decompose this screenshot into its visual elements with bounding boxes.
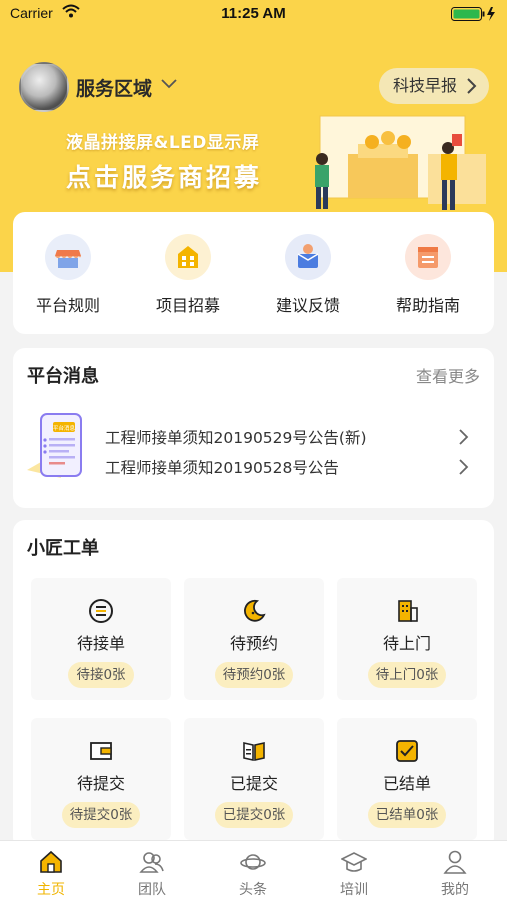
storefront-icon bbox=[45, 234, 91, 280]
team-icon bbox=[139, 852, 164, 873]
building-icon bbox=[165, 234, 211, 280]
order-count-badge: 待提交0张 bbox=[61, 802, 141, 828]
message-item[interactable]: 工程师接单须知20190529号公告(新) bbox=[105, 426, 475, 448]
tab-headlines[interactable]: 头条 bbox=[218, 849, 288, 899]
bottom-tab-bar: 主页 团队 头条 培训 我的 bbox=[0, 840, 507, 900]
order-tile-label: 待上门 bbox=[382, 634, 431, 653]
section-title: 小匠工单 bbox=[27, 538, 99, 559]
quick-link-project-recruit[interactable]: 项目招募 bbox=[133, 234, 243, 316]
quick-link-label: 平台规则 bbox=[35, 296, 100, 315]
graduation-cap-icon bbox=[340, 852, 368, 872]
order-tile-label: 已提交 bbox=[229, 774, 278, 793]
moon-icon bbox=[241, 598, 267, 624]
order-tile-label: 待提交 bbox=[76, 774, 125, 793]
user-icon bbox=[443, 850, 467, 874]
home-icon bbox=[40, 850, 62, 873]
order-tile-submitted[interactable]: 已提交 已提交0张 bbox=[184, 718, 324, 840]
tech-news-label: 科技早报 bbox=[393, 76, 458, 95]
order-tile-pending-accept[interactable]: 待接单 待接0张 bbox=[31, 578, 171, 700]
chevron-down-icon[interactable] bbox=[160, 76, 178, 90]
tab-label: 团队 bbox=[138, 882, 166, 898]
message-item[interactable]: 工程师接单须知20190528号公告 bbox=[105, 456, 475, 478]
order-count-badge: 待上门0张 bbox=[367, 662, 447, 688]
tab-label: 主页 bbox=[37, 882, 65, 898]
tab-label: 培训 bbox=[340, 882, 368, 898]
book-icon bbox=[241, 738, 267, 764]
battery-icon bbox=[451, 7, 495, 21]
order-tile-pending-submit[interactable]: 待提交 待提交0张 bbox=[31, 718, 171, 840]
order-count-badge: 待接0张 bbox=[68, 662, 134, 688]
order-tile-pending-visit[interactable]: 待上门 待上门0张 bbox=[337, 578, 477, 700]
banner-subtitle: 液晶拼接屏&LED显示屏 bbox=[66, 133, 260, 153]
quick-link-label: 帮助指南 bbox=[395, 296, 460, 315]
tab-home[interactable]: 主页 bbox=[16, 849, 86, 899]
tab-label: 头条 bbox=[239, 882, 267, 898]
guide-icon bbox=[405, 234, 451, 280]
quick-links-card: 平台规则 项目招募 建议反馈 帮助指南 bbox=[13, 212, 494, 334]
platform-messages-card: 平台消息 查看更多 平台消息 工程师接单须知20190529号公告(新) 工程师… bbox=[13, 348, 494, 508]
phone-illustration: 平台消息 bbox=[27, 413, 82, 478]
tab-team[interactable]: 团队 bbox=[117, 849, 187, 899]
region-selector-label[interactable]: 服务区域 bbox=[76, 74, 152, 101]
order-count-badge: 待预约0张 bbox=[214, 662, 294, 688]
banner-title: 点击服务商招募 bbox=[66, 163, 263, 192]
quick-link-help-guide[interactable]: 帮助指南 bbox=[373, 234, 483, 316]
tech-news-button[interactable]: 科技早报 bbox=[379, 68, 489, 104]
quick-link-platform-rules[interactable]: 平台规则 bbox=[13, 234, 123, 316]
tab-training[interactable]: 培训 bbox=[319, 849, 389, 899]
banner-illustration bbox=[315, 115, 486, 210]
view-more-link[interactable]: 查看更多 bbox=[416, 363, 480, 387]
feedback-icon bbox=[285, 234, 331, 280]
order-tile-closed[interactable]: 已结单 已结单0张 bbox=[337, 718, 477, 840]
tab-me[interactable]: 我的 bbox=[420, 849, 490, 899]
status-bar: Carrier 11:25 AM bbox=[0, 0, 507, 28]
planet-icon bbox=[240, 854, 266, 870]
work-orders-card: 小匠工单 待接单 待接0张 待预约 待预约0张 待上门 待上门0张 待提交 待提… bbox=[13, 520, 494, 850]
tab-label: 我的 bbox=[441, 882, 469, 898]
quick-link-label: 项目招募 bbox=[155, 296, 220, 315]
recruitment-banner[interactable]: 液晶拼接屏&LED显示屏 点击服务商招募 bbox=[0, 114, 507, 214]
checkbox-icon bbox=[394, 738, 420, 764]
chevron-right-icon bbox=[467, 78, 477, 94]
quick-link-label: 建议反馈 bbox=[275, 296, 340, 315]
clock: 11:25 AM bbox=[221, 5, 286, 22]
building-icon bbox=[394, 598, 420, 624]
home-header: 服务区域 科技早报 bbox=[0, 58, 507, 114]
message-title: 工程师接单须知20190528号公告 bbox=[105, 459, 339, 477]
section-title: 平台消息 bbox=[27, 366, 99, 387]
order-count-badge: 已提交0张 bbox=[214, 802, 294, 828]
message-title: 工程师接单须知20190529号公告(新) bbox=[105, 429, 367, 447]
illustration-caption: 平台消息 bbox=[53, 424, 76, 432]
list-icon bbox=[88, 598, 114, 624]
order-tile-label: 待接单 bbox=[76, 634, 125, 653]
order-tile-pending-appointment[interactable]: 待预约 待预约0张 bbox=[184, 578, 324, 700]
wallet-icon bbox=[88, 738, 114, 764]
chevron-right-icon bbox=[459, 429, 469, 445]
quick-link-feedback[interactable]: 建议反馈 bbox=[253, 234, 363, 316]
order-count-badge: 已结单0张 bbox=[367, 802, 447, 828]
chevron-right-icon bbox=[459, 459, 469, 475]
order-tile-label: 待预约 bbox=[229, 634, 278, 653]
avatar[interactable] bbox=[19, 62, 69, 112]
order-tile-label: 已结单 bbox=[382, 774, 431, 793]
